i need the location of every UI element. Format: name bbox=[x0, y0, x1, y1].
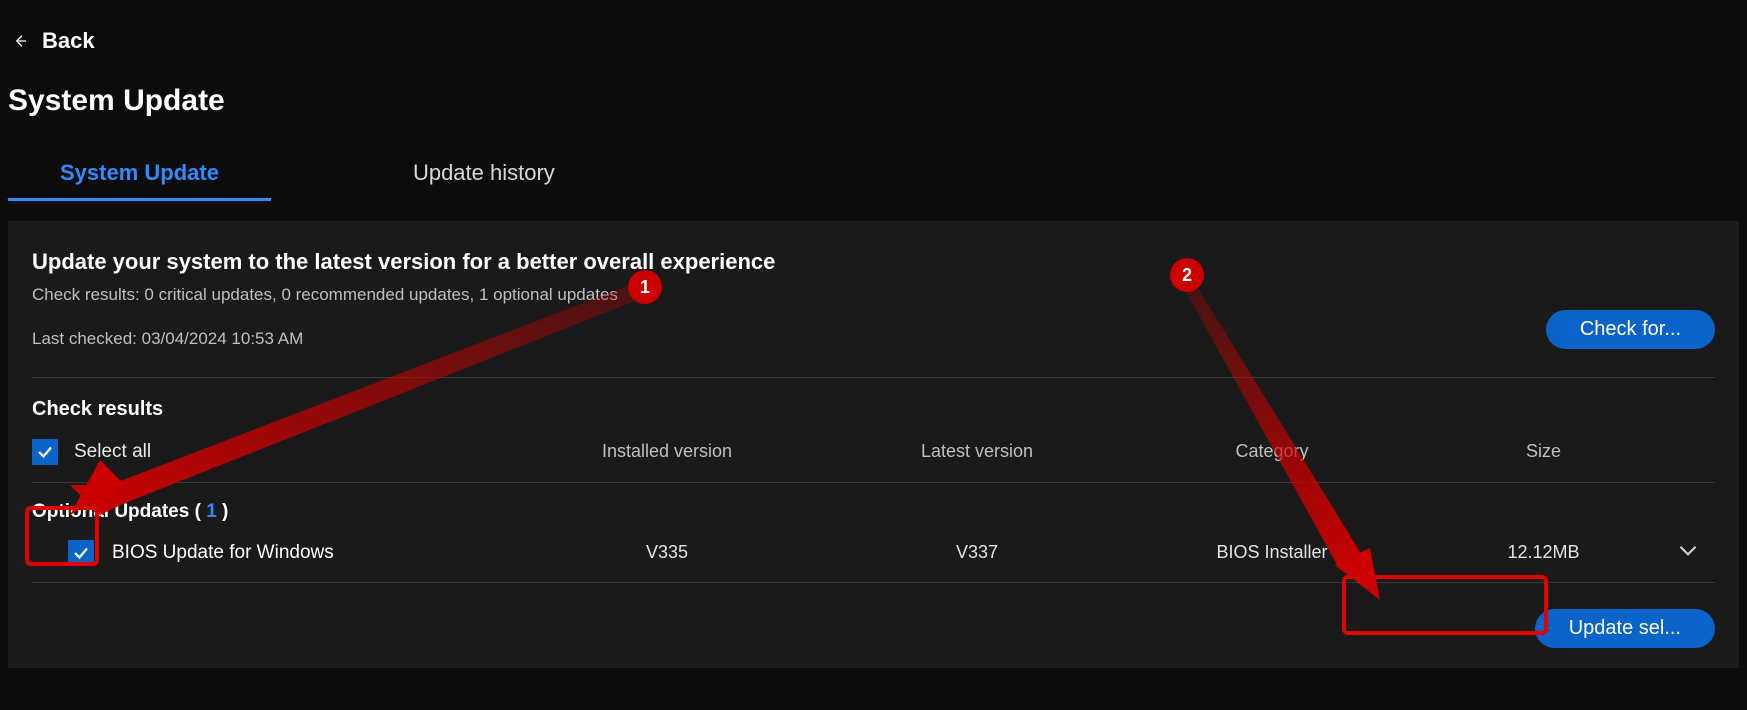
tab-update-history[interactable]: Update history bbox=[361, 160, 607, 201]
tabs: System Update Update history bbox=[0, 118, 1747, 201]
col-size: Size bbox=[1412, 441, 1675, 462]
item-category: BIOS Installer bbox=[1132, 542, 1412, 563]
check-icon bbox=[36, 443, 54, 461]
optional-updates-group: Optional Updates ( 1 ) bbox=[32, 501, 1715, 523]
update-selected-button[interactable]: Update sel... bbox=[1535, 609, 1715, 648]
group-suffix: ) bbox=[217, 501, 229, 522]
panel-summary: Check results: 0 critical updates, 0 rec… bbox=[32, 285, 775, 305]
item-installed: V335 bbox=[512, 542, 822, 563]
main-panel: Update your system to the latest version… bbox=[8, 221, 1739, 668]
check-results-heading: Check results bbox=[32, 398, 1715, 421]
col-installed: Installed version bbox=[512, 441, 822, 462]
group-count: 1 bbox=[206, 501, 217, 522]
tab-system-update[interactable]: System Update bbox=[8, 160, 271, 201]
group-prefix: Optional Updates ( bbox=[32, 501, 206, 522]
back-label: Back bbox=[42, 28, 95, 54]
table-row: BIOS Update for Windows V335 V337 BIOS I… bbox=[32, 523, 1715, 583]
page-title: System Update bbox=[0, 54, 1747, 118]
arrow-left-icon bbox=[12, 33, 28, 49]
check-for-updates-button[interactable]: Check for... bbox=[1546, 310, 1715, 349]
divider bbox=[32, 377, 1715, 378]
chevron-down-icon[interactable] bbox=[1675, 537, 1701, 563]
table-header-row: Select all Installed version Latest vers… bbox=[32, 435, 1715, 483]
item-name: BIOS Update for Windows bbox=[112, 542, 334, 564]
select-all-checkbox[interactable] bbox=[32, 439, 58, 465]
results-table: Select all Installed version Latest vers… bbox=[32, 435, 1715, 583]
panel-heading: Update your system to the latest version… bbox=[32, 249, 775, 275]
item-size: 12.12MB bbox=[1412, 542, 1675, 563]
back-nav[interactable]: Back bbox=[0, 0, 1747, 54]
item-checkbox[interactable] bbox=[68, 540, 94, 566]
last-checked: Last checked: 03/04/2024 10:53 AM bbox=[32, 329, 775, 349]
col-category: Category bbox=[1132, 441, 1412, 462]
col-latest: Latest version bbox=[822, 441, 1132, 462]
item-latest: V337 bbox=[822, 542, 1132, 563]
select-all-label: Select all bbox=[74, 441, 151, 463]
check-icon bbox=[72, 544, 90, 562]
footer: Update sel... bbox=[32, 609, 1715, 648]
